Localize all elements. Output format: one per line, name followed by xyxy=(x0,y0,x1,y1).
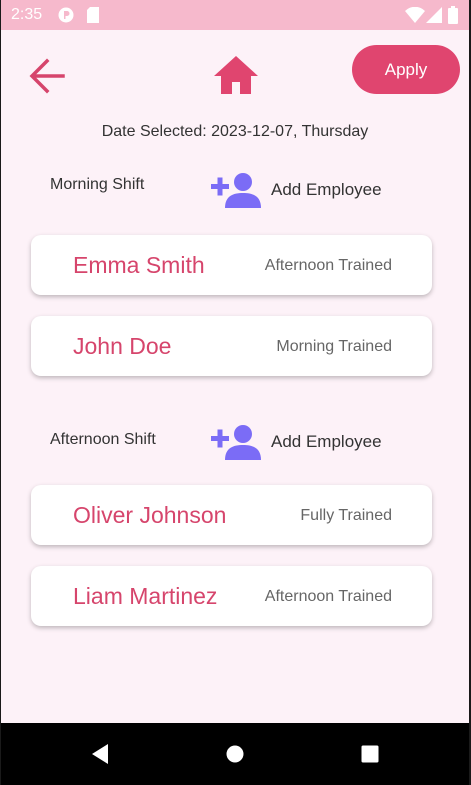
add-employee-button-morning[interactable]: Add Employee xyxy=(211,170,382,210)
add-employee-label: Add Employee xyxy=(271,432,382,451)
employee-card[interactable]: Oliver Johnson Fully Trained xyxy=(31,485,432,545)
employee-training: Morning Trained xyxy=(276,338,392,355)
status-bar: 2:35 xyxy=(1,0,469,30)
employee-name: Oliver Johnson xyxy=(73,502,227,528)
add-employee-button-afternoon[interactable]: Add Employee xyxy=(211,422,382,462)
status-time: 2:35 xyxy=(11,6,43,23)
employee-training: Fully Trained xyxy=(300,507,392,524)
nav-recents-button[interactable] xyxy=(360,743,380,770)
employee-training: Afternoon Trained xyxy=(264,588,392,605)
app-screen: 2:35 Apply Date Selected: 2023-12-07, Th… xyxy=(1,0,469,785)
employee-training: Afternoon Trained xyxy=(264,257,392,274)
add-person-icon xyxy=(211,173,261,208)
add-employee-label: Add Employee xyxy=(271,180,382,199)
employee-name: Liam Martinez xyxy=(73,583,218,609)
date-selected-text: Date Selected: 2023-12-07, Thursday xyxy=(101,123,369,140)
home-icon xyxy=(214,56,258,94)
sd-card-icon xyxy=(87,7,99,28)
p-notification-icon xyxy=(58,7,74,28)
employee-card[interactable]: John Doe Morning Trained xyxy=(31,316,432,376)
back-button[interactable] xyxy=(27,56,67,96)
apply-button[interactable]: Apply xyxy=(352,45,460,94)
home-circle-icon xyxy=(226,745,244,763)
back-triangle-icon xyxy=(92,744,108,764)
arrow-left-icon xyxy=(29,58,65,94)
battery-icon xyxy=(448,6,458,29)
shift-label-afternoon: Afternoon Shift xyxy=(50,431,156,448)
recents-square-icon xyxy=(361,745,379,763)
employee-name: John Doe xyxy=(73,333,172,359)
employee-name: Emma Smith xyxy=(73,252,205,278)
nav-back-button[interactable] xyxy=(90,743,110,770)
shift-label-morning: Morning Shift xyxy=(50,176,145,193)
employee-card[interactable]: Liam Martinez Afternoon Trained xyxy=(31,566,432,626)
employee-card[interactable]: Emma Smith Afternoon Trained xyxy=(31,235,432,295)
add-person-icon xyxy=(211,425,261,460)
wifi-icon xyxy=(405,6,425,28)
nav-home-button[interactable] xyxy=(225,743,245,770)
signal-icon xyxy=(426,7,442,28)
system-nav-bar xyxy=(1,723,469,785)
home-button[interactable] xyxy=(212,52,260,100)
